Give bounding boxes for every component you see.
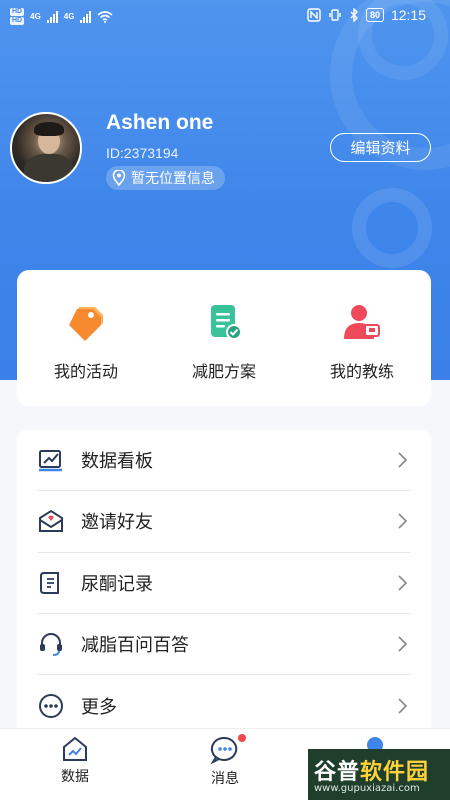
watermark-url: www.gupuxiazai.com [314,783,420,794]
coach-icon [340,300,384,344]
quick-action-my-activity[interactable]: 我的活动 [26,300,146,382]
menu-item-ketone-record[interactable]: 尿酮记录 [37,553,411,614]
menu-item-fat-loss-qa[interactable]: 减脂百问百答 [37,614,411,676]
location-chip[interactable]: 暂无位置信息 [106,166,225,190]
watermark: 谷普软件园 www.gupuxiazai.com [308,749,450,800]
nfc-icon [307,8,321,22]
status-bar: HD HD 4G 4G 80 12:15 [0,0,450,34]
tab-label: 消息 [211,770,239,786]
quick-action-diet-plan[interactable]: 减肥方案 [164,300,284,382]
chevron-right-icon [398,575,408,591]
hd-badge: HD [10,8,25,16]
chevron-right-icon [398,452,408,468]
home-chart-icon [63,736,87,761]
chevron-right-icon [398,636,408,652]
unread-dot [238,734,246,742]
location-pin-icon [112,170,126,186]
more-dots-icon [37,692,65,720]
battery-indicator: 80 [365,8,384,22]
menu-item-data-board[interactable]: 数据看板 [37,430,411,492]
user-name: Ashen one [106,111,214,134]
vibrate-icon [329,9,341,21]
watermark-text: 软件园 [360,759,430,784]
user-id: ID:2373194 [106,145,179,161]
watermark-text: 谷普 [314,759,361,784]
hd-badge: HD [10,17,25,25]
menu-item-invite-friends[interactable]: 邀请好友 [37,491,411,553]
clock: 12:15 [390,7,426,23]
signal-icon [46,10,58,23]
quick-actions-card: 我的活动 减肥方案 我的教练 [17,270,431,406]
tab-data[interactable]: 数据 [0,729,150,800]
network-label: 4G [30,12,41,21]
quick-action-label: 我的教练 [329,364,394,381]
headset-icon [37,630,65,658]
menu-list: 数据看板 邀请好友 尿酮记录 减脂百问百答 更多 [17,430,431,730]
menu-item-label: 邀请好友 [81,512,153,533]
menu-item-label: 尿酮记录 [81,573,153,594]
edit-profile-button[interactable]: 编辑资料 [330,133,431,162]
avatar[interactable] [10,112,82,184]
tab-messages[interactable]: 消息 [150,729,300,800]
plan-document-icon [202,300,246,344]
quick-action-label: 我的活动 [53,364,118,381]
menu-item-label: 更多 [81,696,117,717]
quick-action-my-coach[interactable]: 我的教练 [302,300,422,382]
record-scroll-icon [37,569,65,597]
tab-label: 数据 [61,768,89,784]
invite-mail-icon [37,507,65,535]
chevron-right-icon [398,513,408,530]
menu-item-label: 数据看板 [81,451,153,472]
network-label: 4G [63,12,75,21]
bluetooth-icon [350,8,358,22]
wifi-icon [97,10,113,23]
message-icon [210,736,238,765]
signal-icon [80,10,92,23]
decorative-ring [352,188,432,268]
tag-icon [64,300,108,344]
quick-action-label: 减肥方案 [191,364,256,381]
menu-item-label: 减脂百问百答 [81,635,189,656]
chevron-right-icon [398,698,408,714]
location-text: 暂无位置信息 [131,170,215,186]
chart-board-icon [37,446,65,474]
